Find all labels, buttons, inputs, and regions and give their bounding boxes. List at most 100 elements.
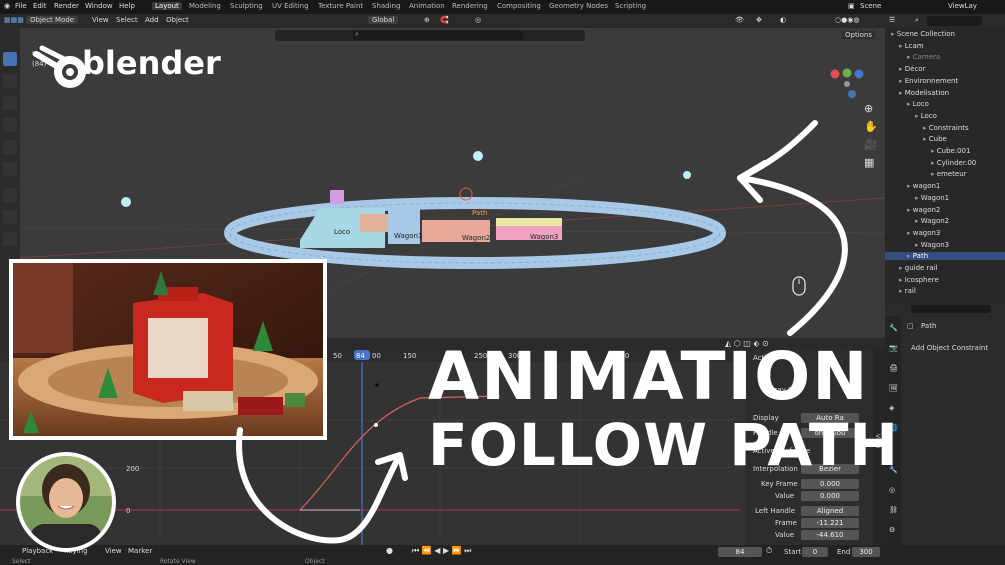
- transform-tool-icon[interactable]: [3, 162, 17, 176]
- outliner-item-label: Cube.001: [936, 147, 971, 155]
- menu-edit[interactable]: Edit: [33, 2, 47, 10]
- overlay-icon[interactable]: ◐: [780, 16, 786, 24]
- data-tab-icon[interactable]: ⚙: [889, 526, 895, 534]
- outliner-item[interactable]: ▸ Wagon3: [915, 241, 1005, 249]
- footer-view-menu[interactable]: View: [105, 547, 122, 555]
- handle-value-field[interactable]: -44.610: [801, 530, 859, 540]
- outliner-item-label: Cube: [928, 135, 947, 144]
- current-frame-field[interactable]: 84: [718, 547, 762, 557]
- scene-name[interactable]: Scene: [860, 2, 881, 10]
- outliner-item[interactable]: ▸ Décor: [899, 65, 1005, 73]
- end-frame-field[interactable]: 300: [852, 547, 880, 557]
- outliner-item-label: wagon2: [912, 205, 941, 214]
- orientation-dropdown[interactable]: Global: [368, 16, 399, 24]
- tool-tab-icon[interactable]: 🔧: [889, 324, 898, 332]
- outliner-item[interactable]: ▸ wagon3: [907, 229, 1005, 237]
- tab-geometry-nodes[interactable]: Geometry Nodes: [549, 2, 608, 10]
- status-object: Object: [305, 558, 325, 565]
- outliner-item[interactable]: ▸ Wagon2: [915, 217, 1005, 225]
- render-tab-icon[interactable]: 📷: [889, 344, 898, 352]
- start-frame-field[interactable]: 0: [802, 547, 828, 557]
- tab-sculpting[interactable]: Sculpting: [230, 2, 263, 10]
- scene-icon[interactable]: ▣: [848, 2, 855, 10]
- cursor-tool-icon[interactable]: [3, 74, 17, 88]
- gizmo-icon[interactable]: ✥: [756, 16, 762, 24]
- properties-search-input[interactable]: [911, 305, 991, 313]
- outliner-item[interactable]: ▸ wagon1: [907, 182, 1005, 190]
- menu-help[interactable]: Help: [119, 2, 135, 10]
- mode-dropdown[interactable]: Object Mode: [26, 16, 79, 24]
- object-name: Path: [921, 322, 937, 330]
- tab-layout[interactable]: Layout: [152, 2, 182, 10]
- add-constraint-button[interactable]: Add Object Constraint: [911, 344, 988, 352]
- menu-object[interactable]: Object: [166, 16, 189, 24]
- menu-add[interactable]: Add: [145, 16, 159, 24]
- outliner-item[interactable]: ▸ Cylinder.00: [931, 159, 1005, 167]
- outliner-item[interactable]: ▸ Loco: [915, 112, 1005, 120]
- pivot-icon[interactable]: ⊕: [424, 16, 430, 24]
- left-handle-dropdown[interactable]: Aligned: [801, 506, 859, 516]
- tab-animation[interactable]: Animation: [409, 2, 445, 10]
- outliner-editor-icon[interactable]: ☰: [889, 16, 895, 24]
- constraint-tab-icon[interactable]: ⛓: [889, 506, 898, 514]
- menu-select[interactable]: Select: [116, 16, 138, 24]
- view-layer-tab-icon[interactable]: 🖼: [889, 384, 898, 392]
- outliner-item[interactable]: ▸ Modelisation: [899, 89, 1005, 97]
- playback-controls-icon[interactable]: ⏮ ⏪ ◀ ▶ ⏩ ⏭: [412, 546, 471, 556]
- clock-icon[interactable]: ⏱: [766, 546, 772, 556]
- blender-menu-icon[interactable]: ◉: [4, 2, 10, 10]
- add-cube-tool-icon[interactable]: [3, 232, 17, 246]
- outliner-item[interactable]: ▸ emeteur: [931, 170, 1005, 178]
- outliner-item[interactable]: ▸ Cube: [923, 135, 1005, 143]
- marker-menu[interactable]: Marker: [128, 547, 152, 555]
- select-mode-icons[interactable]: ▦▦▦: [4, 16, 24, 24]
- tab-compositing[interactable]: Compositing: [497, 2, 541, 10]
- filter-icon[interactable]: ⌕: [915, 16, 919, 25]
- viewlayer-name[interactable]: ViewLay: [948, 2, 977, 10]
- outliner-item[interactable]: ▸ Scene Collection: [891, 30, 1005, 38]
- snap-icon[interactable]: 🧲: [440, 16, 449, 24]
- outliner-item[interactable]: ▸ Camera: [907, 53, 1005, 61]
- shading-modes[interactable]: ○●◉◍: [835, 16, 859, 24]
- scale-tool-icon[interactable]: [3, 140, 17, 154]
- outliner-item[interactable]: ▸ Cube.001: [931, 147, 1005, 155]
- outliner-item[interactable]: ▸ Wagon1: [915, 194, 1005, 202]
- outliner-item-label: Wagon1: [920, 193, 950, 202]
- select-tool-icon[interactable]: [3, 52, 17, 66]
- rotate-tool-icon[interactable]: [3, 118, 17, 132]
- tab-scripting[interactable]: Scripting: [615, 2, 646, 10]
- outliner-item[interactable]: ▸ Constraints: [923, 124, 1005, 132]
- zoom-icon[interactable]: ⊕: [864, 102, 873, 115]
- tab-rendering[interactable]: Rendering: [452, 2, 488, 10]
- current-frame-marker[interactable]: 84: [356, 352, 365, 360]
- tab-uv-editing[interactable]: UV Editing: [272, 2, 309, 10]
- outliner-search-input[interactable]: [927, 16, 982, 26]
- outliner-item[interactable]: ▸ Path: [885, 252, 1005, 261]
- visibility-icon[interactable]: 👁: [735, 16, 744, 24]
- key-frame-field[interactable]: 0.000: [801, 479, 859, 489]
- tab-modeling[interactable]: Modeling: [189, 2, 221, 10]
- menu-view[interactable]: View: [92, 16, 109, 24]
- tab-texture-paint[interactable]: Texture Paint: [318, 2, 363, 10]
- menu-window[interactable]: Window: [85, 2, 113, 10]
- outliner-item[interactable]: ▸ rail: [899, 287, 1005, 295]
- menu-render[interactable]: Render: [54, 2, 79, 10]
- physics-tab-icon[interactable]: ◎: [889, 486, 895, 494]
- outliner-item[interactable]: ▸ Lcam: [899, 42, 1005, 50]
- measure-tool-icon[interactable]: [3, 210, 17, 224]
- handle-frame-field[interactable]: -11.221: [801, 518, 859, 528]
- outliner-item[interactable]: ▸ Loco: [907, 100, 1005, 108]
- output-tab-icon[interactable]: 🖨: [889, 364, 898, 372]
- outliner-item[interactable]: ▸ guide rail: [899, 264, 1005, 272]
- menu-file[interactable]: File: [15, 2, 27, 10]
- move-tool-icon[interactable]: [3, 96, 17, 110]
- key-value-field[interactable]: 0.000: [801, 491, 859, 501]
- navigation-gizmo[interactable]: [825, 62, 870, 107]
- status-rotate: Rotate View: [160, 558, 196, 565]
- proportional-icon[interactable]: ◎: [475, 16, 481, 24]
- outliner-item[interactable]: ▸ Environnement: [899, 77, 1005, 85]
- outliner-item[interactable]: ▸ Icosphere: [899, 276, 1005, 284]
- tab-shading[interactable]: Shading: [372, 2, 400, 10]
- outliner-item[interactable]: ▸ wagon2: [907, 206, 1005, 214]
- annotate-tool-icon[interactable]: [3, 188, 17, 202]
